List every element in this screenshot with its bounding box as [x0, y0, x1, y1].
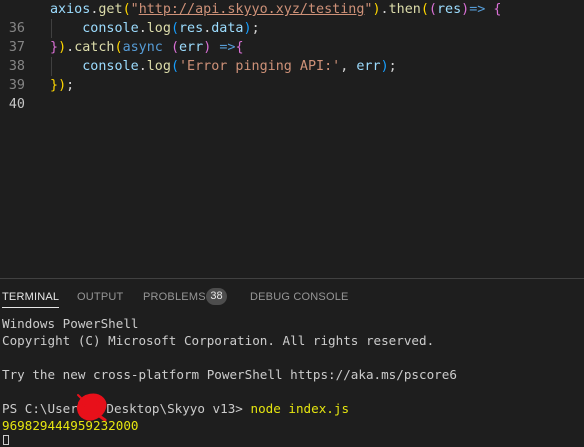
code-line-39[interactable]: 39 console.log('Error pinging API:', err… [0, 57, 584, 93]
token: data [211, 21, 244, 36]
command-text: node index.js [250, 401, 350, 416]
token: log [146, 59, 171, 74]
url-link[interactable]: http://api.skyyo.xyz/testing [139, 2, 365, 17]
token: " [130, 2, 139, 17]
panel-tabs: TERMINAL OUTPUT PROBLEMS 38 DEBUG CONSOL… [0, 279, 584, 313]
token: get [98, 2, 123, 17]
token: err [179, 40, 204, 55]
token: ( [170, 21, 179, 36]
token: { [493, 2, 502, 17]
tab-debug-console[interactable]: DEBUG CONSOLE [250, 290, 349, 310]
prompt-suffix: Desktop\Skyyo v13> [106, 401, 243, 416]
token: ( [170, 40, 179, 55]
terminal-line: Try the new cross-platform PowerShell ht… [2, 367, 457, 382]
command-output: 969829444959232000 [2, 418, 139, 433]
token: ( [114, 40, 123, 55]
token: ) [203, 40, 212, 55]
token: => [469, 2, 486, 17]
problems-count-badge: 38 [206, 288, 227, 305]
token: res [179, 21, 204, 36]
token: ( [122, 2, 131, 17]
code-text[interactable]: console.log('Error pinging API:', err); [50, 57, 397, 76]
token: ; [66, 78, 75, 93]
token: . [66, 40, 75, 55]
code-line-40[interactable]: 40 }); [0, 76, 584, 112]
code-text[interactable]: }); [50, 76, 74, 95]
code-text[interactable]: }).catch(async (err) =>{ [50, 38, 244, 57]
token: } [50, 78, 59, 93]
token: , [340, 59, 349, 74]
terminal-line: Copyright (C) Microsoft Corporation. All… [2, 333, 435, 348]
token: ) [243, 21, 252, 36]
token: . [380, 2, 389, 17]
token: err [356, 59, 381, 74]
code-text[interactable]: axios.get("http://api.skyyo.xyz/testing"… [50, 0, 501, 19]
code-line-37[interactable]: 37 console.log(res.data); [0, 19, 584, 55]
token: ; [251, 21, 260, 36]
token: . [138, 59, 147, 74]
token: async [122, 40, 163, 55]
token: log [146, 21, 171, 36]
token: ) [58, 78, 67, 93]
tab-output[interactable]: OUTPUT [77, 290, 123, 310]
tab-problems[interactable]: PROBLEMS [143, 290, 206, 310]
terminal-cursor [3, 435, 9, 445]
token: 'Error pinging API:' [179, 59, 341, 74]
token: => [219, 40, 236, 55]
redaction-scribble [76, 393, 107, 421]
token: console [82, 21, 139, 36]
token: } [50, 40, 59, 55]
token: then [388, 2, 421, 17]
code-line-38[interactable]: 38 }).catch(async (err) =>{ [0, 38, 584, 74]
token: ) [372, 2, 381, 17]
token: ( [420, 2, 429, 17]
token: { [235, 40, 244, 55]
code-text[interactable]: console.log(res.data); [50, 19, 260, 38]
token: ; [388, 59, 397, 74]
token: console [82, 59, 139, 74]
token: axios [50, 2, 91, 17]
terminal-line: Windows PowerShell [2, 316, 139, 331]
token: . [138, 21, 147, 36]
token: ( [170, 59, 179, 74]
line-number: 40 [8, 97, 25, 112]
code-editor[interactable]: 36 axios.get("http://api.skyyo.xyz/testi… [0, 0, 584, 278]
code-line-36[interactable]: 36 axios.get("http://api.skyyo.xyz/testi… [0, 0, 584, 36]
token: ) [58, 40, 67, 55]
terminal-prompt-line: PS C:\Users Desktop\Skyyo v13> node index… [2, 400, 349, 417]
token: ) [380, 59, 389, 74]
tab-terminal[interactable]: TERMINAL [2, 290, 60, 308]
token: catch [74, 40, 115, 55]
prompt-prefix: PS C:\Users [2, 401, 86, 416]
token: ( [428, 2, 437, 17]
token: res [436, 2, 462, 17]
